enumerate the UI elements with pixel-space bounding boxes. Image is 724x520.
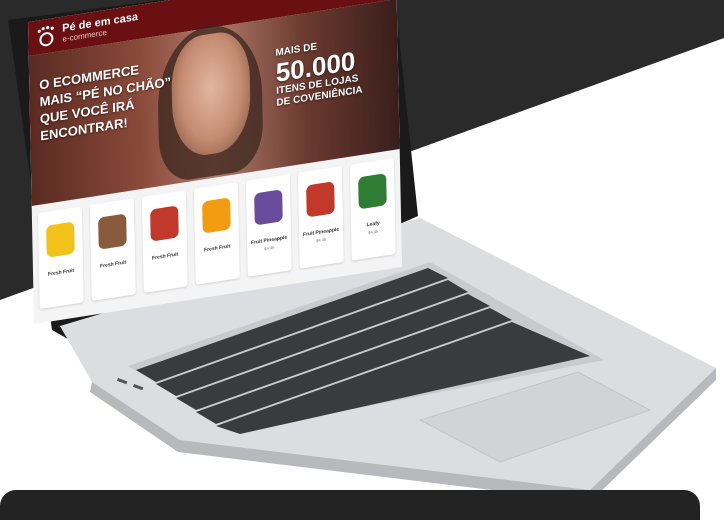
product-card[interactable]: Fresh Fruit	[89, 198, 136, 302]
product-card[interactable]: Fruit Pineapple $4.45	[297, 165, 344, 269]
product-image	[98, 213, 127, 250]
product-name: Fresh Fruit	[47, 267, 75, 278]
product-name: Fresh Fruit	[203, 243, 231, 254]
product-image	[358, 173, 387, 210]
product-card[interactable]: Fresh Fruit	[193, 182, 240, 285]
footprint-logo-icon	[37, 25, 54, 47]
laptop-screen: Pé de em casa e-commerce O ECOMMERCE MAI…	[0, 0, 724, 509]
website-screen: Pé de em casa e-commerce O ECOMMERCE MAI…	[28, 0, 403, 325]
product-card[interactable]: Fruit Pineapple $4.45	[245, 174, 292, 277]
product-image	[202, 197, 231, 234]
hero-stat: MAIS DE 50.000 ITENS DE LOJAS DE COVENIÊ…	[275, 35, 362, 110]
hero-headline: O ECOMMERCE MAIS “PÉ NO CHÃO” QUE VOCÊ I…	[39, 56, 172, 144]
product-image	[150, 205, 179, 242]
product-name: Fresh Fruit	[151, 251, 179, 262]
product-card[interactable]: Leafy $4.45	[349, 157, 396, 261]
bottom-dark-bar	[0, 490, 700, 520]
product-name: Fresh Fruit	[99, 259, 127, 270]
product-card[interactable]: Fresh Fruit	[141, 190, 188, 293]
product-image	[46, 221, 75, 258]
product-card[interactable]: Fresh Fruit	[37, 206, 84, 310]
product-image	[306, 181, 335, 218]
product-image	[254, 189, 283, 226]
